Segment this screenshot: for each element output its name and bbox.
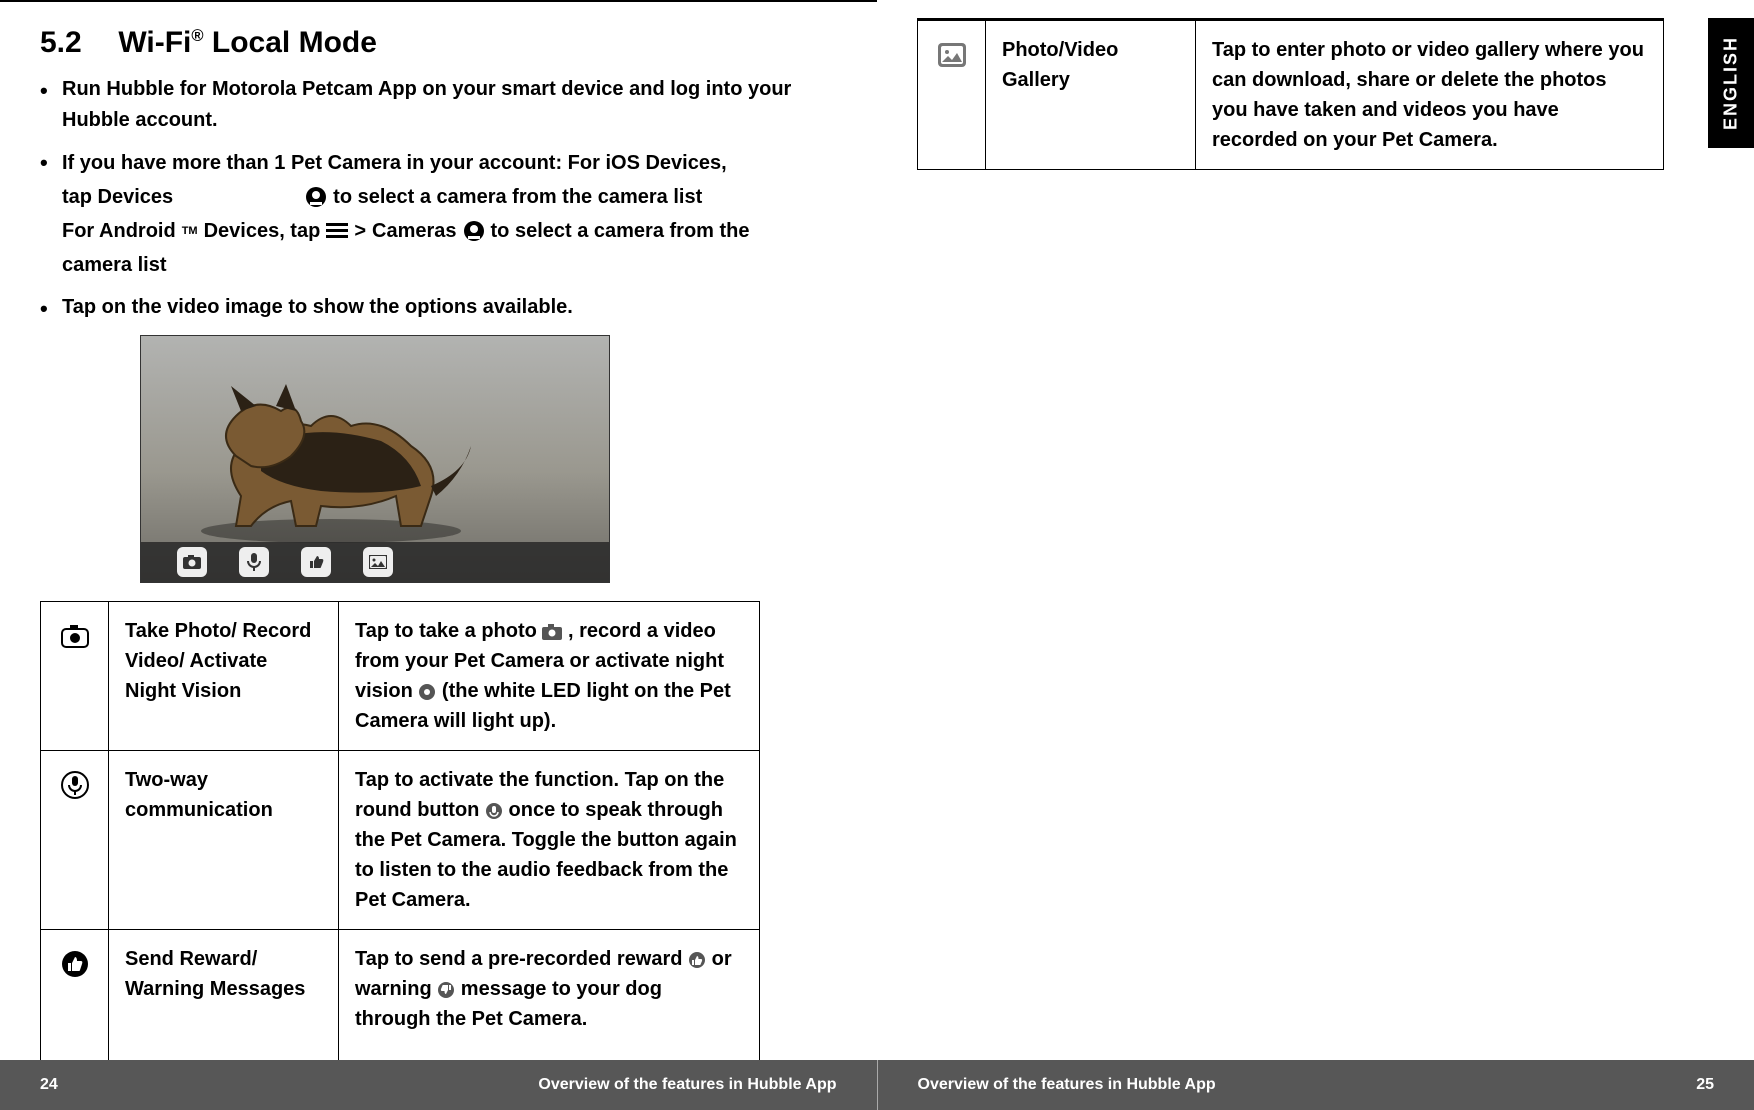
footer-right: Overview of the features in Hubble App 2… bbox=[878, 1060, 1754, 1110]
heading-post: Local Mode bbox=[204, 26, 377, 59]
table-row: Take Photo/ Record Video/ Activate Night… bbox=[41, 602, 760, 751]
photo-inline-icon bbox=[542, 624, 562, 640]
table-row: Send Reward/ Warning Messages Tap to sen… bbox=[41, 930, 760, 1061]
bullet-1: Run Hubble for Motorola Petcam App on yo… bbox=[40, 74, 837, 136]
gallery-icon bbox=[937, 42, 967, 68]
row3-icon-cell bbox=[41, 930, 109, 1061]
gallery-label: Photo/Video Gallery bbox=[986, 21, 1196, 170]
footer-text-left: Overview of the features in Hubble App bbox=[80, 1076, 837, 1094]
row2-icon-cell bbox=[41, 751, 109, 930]
bullet-list: Run Hubble for Motorola Petcam App on yo… bbox=[40, 74, 837, 323]
screenshot-toolbar bbox=[141, 542, 609, 582]
tm-mark: TM bbox=[182, 222, 198, 241]
thumb-icon bbox=[60, 949, 90, 979]
row1-label: Take Photo/ Record Video/ Activate Night… bbox=[109, 602, 339, 751]
language-tab: ENGLISH bbox=[1708, 18, 1754, 148]
page-number-right: 25 bbox=[1674, 1076, 1714, 1094]
row2-desc: Tap to activate the function. Tap on the… bbox=[339, 751, 760, 930]
bar-gallery-icon bbox=[363, 547, 393, 577]
footer: 24 Overview of the features in Hubble Ap… bbox=[0, 1060, 1754, 1110]
bar-camera-icon bbox=[177, 547, 207, 577]
bullet-2-line3: For AndroidTM Devices, tap > Cameras to … bbox=[62, 214, 837, 248]
row3-desc: Tap to send a pre-recorded reward or war… bbox=[339, 930, 760, 1061]
registered-mark: ® bbox=[191, 27, 203, 45]
thumb-up-inline-icon bbox=[688, 951, 706, 969]
section-heading: 5.2 Wi-Fi® Local Mode bbox=[40, 26, 837, 60]
bar-thumb-icon bbox=[301, 547, 331, 577]
table-row: Two-way communication Tap to activate th… bbox=[41, 751, 760, 930]
page-number-left: 24 bbox=[40, 1076, 80, 1094]
row1-desc: Tap to take a photo , record a video fro… bbox=[339, 602, 760, 751]
app-screenshot bbox=[140, 335, 610, 583]
hamburger-icon bbox=[326, 223, 348, 239]
dog-image bbox=[181, 376, 481, 546]
row3-label: Send Reward/ Warning Messages bbox=[109, 930, 339, 1061]
camera-icon bbox=[60, 621, 90, 651]
footer-left: 24 Overview of the features in Hubble Ap… bbox=[0, 1060, 877, 1110]
row2-label: Two-way communication bbox=[109, 751, 339, 930]
nightvision-inline-icon bbox=[418, 683, 436, 701]
bullet-3: Tap on the video image to show the optio… bbox=[40, 292, 837, 323]
bullet-2: If you have more than 1 Pet Camera in yo… bbox=[40, 146, 837, 282]
mic-inline-icon bbox=[485, 802, 503, 820]
heading-pre: Wi-Fi bbox=[118, 26, 191, 59]
page-right: ENGLISH Photo/Video Gallery Tap to enter… bbox=[877, 0, 1754, 1060]
bar-mic-icon bbox=[239, 547, 269, 577]
feature-table-left: Take Photo/ Record Video/ Activate Night… bbox=[40, 601, 760, 1060]
footer-text-right: Overview of the features in Hubble App bbox=[918, 1076, 1675, 1094]
table-row: Photo/Video Gallery Tap to enter photo o… bbox=[918, 21, 1664, 170]
mic-icon bbox=[60, 770, 90, 800]
gallery-icon-cell bbox=[918, 21, 986, 170]
gallery-desc: Tap to enter photo or video gallery wher… bbox=[1196, 21, 1664, 170]
camera-select-icon bbox=[305, 186, 327, 208]
bullet-2-line2: tap Devices to select a camera from the … bbox=[62, 180, 837, 214]
feature-table-right: Photo/Video Gallery Tap to enter photo o… bbox=[917, 20, 1664, 170]
row1-icon-cell bbox=[41, 602, 109, 751]
thumb-down-inline-icon bbox=[437, 981, 455, 999]
section-number: 5.2 bbox=[40, 26, 110, 60]
page-left: 5.2 Wi-Fi® Local Mode Run Hubble for Mot… bbox=[0, 0, 877, 1060]
camera-select-icon-2 bbox=[463, 220, 485, 242]
